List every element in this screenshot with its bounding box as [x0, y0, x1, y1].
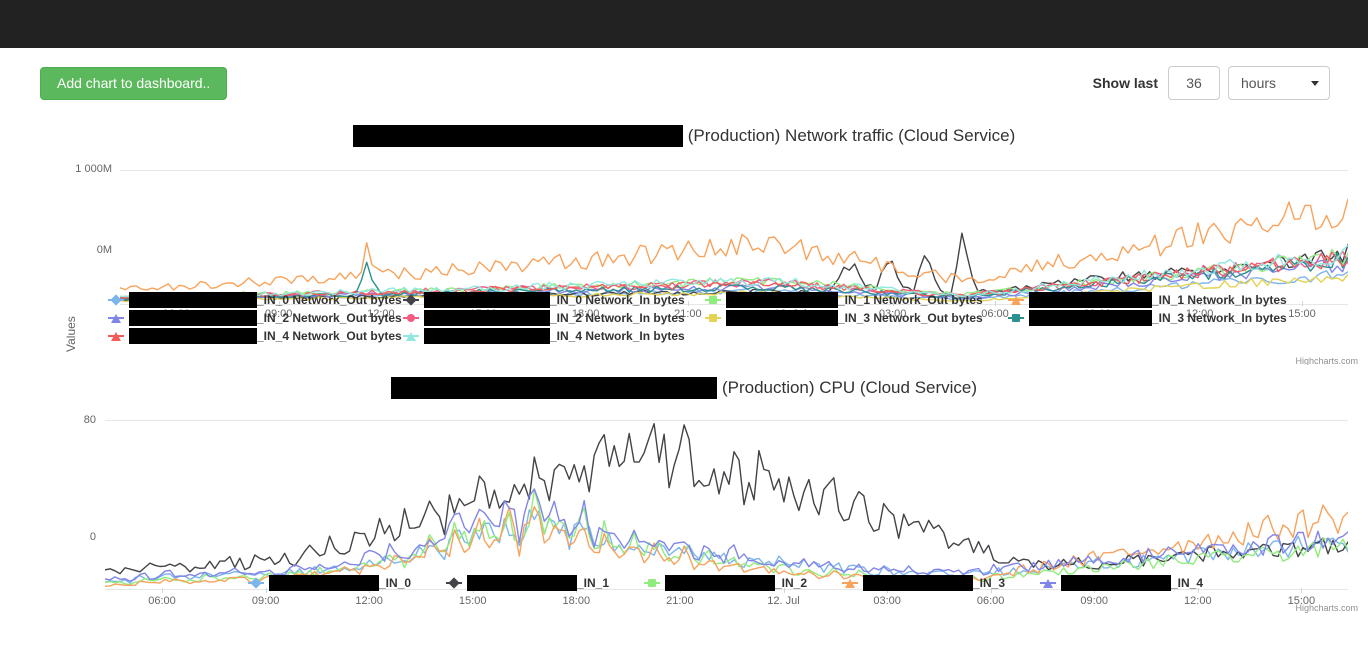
redacted-host-name [1029, 310, 1152, 326]
cpu-plot-area [105, 420, 1348, 590]
network-y-tick-top: 1 000M [44, 163, 112, 175]
legend-item[interactable]: _IN_0 Network_In bytes [403, 292, 685, 308]
network-chart-title: (Production) Network traffic (Cloud Serv… [0, 125, 1368, 152]
legend-item-label: _IN_0 Network_In bytes [550, 293, 685, 307]
legend-item[interactable]: _IN_3 Network_In bytes [1008, 310, 1287, 326]
show-last-label: Show last [1093, 75, 1158, 91]
legend-marker-circle-icon [403, 312, 419, 324]
legend-item-label: _IN_2 Network_Out bytes [257, 311, 402, 325]
legend-marker-tri-icon [108, 330, 124, 342]
top-navbar [0, 0, 1368, 48]
redacted-host-name [1061, 575, 1171, 591]
redacted-host-name [391, 377, 717, 399]
legend-marker-square-icon [644, 577, 660, 589]
legend-item-label: _IN_3 Network_In bytes [1152, 311, 1287, 325]
legend-marker-tri-icon [1008, 294, 1024, 306]
legend-item[interactable]: _IN_1 Network_Out bytes [705, 292, 983, 308]
add-chart-to-dashboard-button[interactable]: Add chart to dashboard.. [40, 67, 227, 100]
legend-item-label: _IN_2 Network_In bytes [550, 311, 685, 325]
network-y-tick-bottom: 0M [44, 244, 112, 256]
redacted-host-name [424, 292, 550, 308]
cpu-y-tick-bottom: 0 [34, 531, 96, 543]
show-last-unit-value: hours [1241, 67, 1276, 99]
legend-item[interactable]: _IN_3 [842, 575, 1005, 591]
legend-item[interactable]: _IN_0 Network_Out bytes [108, 292, 402, 308]
legend-marker-diamond-icon [446, 577, 462, 589]
legend-marker-diamond-icon [108, 294, 124, 306]
legend-item[interactable]: _IN_3 Network_Out bytes [705, 310, 983, 326]
legend-marker-tri-icon [1040, 577, 1056, 589]
chevron-down-icon [1311, 81, 1319, 86]
legend-item[interactable]: _IN_2 Network_In bytes [403, 310, 685, 326]
redacted-host-name [1029, 292, 1152, 308]
redacted-host-name [467, 575, 577, 591]
redacted-host-name [726, 292, 838, 308]
cpu-chart-panel: (Production) CPU (Cloud Service) Values … [0, 365, 1368, 620]
legend-marker-diamond-icon [248, 577, 264, 589]
redacted-host-name [129, 292, 257, 308]
network-legend: _IN_0 Network_Out bytes _IN_0 Network_In … [0, 292, 1368, 352]
redacted-host-name [129, 310, 257, 326]
legend-item[interactable]: _IN_1 [446, 575, 609, 591]
legend-item[interactable]: _IN_0 [248, 575, 411, 591]
network-chart-title-text: (Production) Network traffic (Cloud Serv… [683, 126, 1016, 146]
legend-item-label: _IN_1 [577, 576, 609, 590]
legend-item-label: _IN_1 Network_Out bytes [838, 293, 983, 307]
legend-item-label: _IN_0 Network_Out bytes [257, 293, 402, 307]
legend-item[interactable]: _IN_2 Network_Out bytes [108, 310, 402, 326]
cpu-y-tick-top: 80 [34, 414, 96, 426]
show-last-input[interactable] [1168, 66, 1220, 100]
cpu-credits[interactable]: Highcharts.com [1295, 603, 1358, 613]
legend-item-label: _IN_1 Network_In bytes [1152, 293, 1287, 307]
redacted-host-name [424, 310, 550, 326]
legend-item[interactable]: _IN_4 Network_Out bytes [108, 328, 402, 344]
network-plot-area [120, 170, 1348, 305]
legend-item[interactable]: _IN_2 [644, 575, 807, 591]
legend-marker-tri-icon [842, 577, 858, 589]
show-last-control: Show last hours [1093, 66, 1330, 100]
redacted-host-name [129, 328, 257, 344]
cpu-chart-title-text: (Production) CPU (Cloud Service) [717, 378, 977, 398]
legend-item-label: _IN_3 Network_Out bytes [838, 311, 983, 325]
legend-item-label: _IN_4 Network_In bytes [550, 329, 685, 343]
redacted-host-name [424, 328, 550, 344]
show-last-unit-select[interactable]: hours [1228, 66, 1330, 100]
legend-item[interactable]: _IN_4 [1040, 575, 1203, 591]
legend-marker-diamond-icon [403, 294, 419, 306]
network-traffic-chart-panel: (Production) Network traffic (Cloud Serv… [0, 110, 1368, 365]
legend-marker-tri-icon [403, 330, 419, 342]
legend-marker-tri-icon [108, 312, 124, 324]
redacted-host-name [665, 575, 775, 591]
legend-item[interactable]: _IN_1 Network_In bytes [1008, 292, 1287, 308]
toolbar: Add chart to dashboard.. Show last hours [0, 48, 1368, 110]
page-root: Add chart to dashboard.. Show last hours… [0, 0, 1368, 665]
legend-item-label: _IN_0 [379, 576, 411, 590]
redacted-host-name [726, 310, 838, 326]
legend-item-label: _IN_3 [973, 576, 1005, 590]
redacted-host-name [353, 125, 683, 147]
legend-marker-square-icon [1008, 312, 1024, 324]
cpu-chart-title: (Production) CPU (Cloud Service) [0, 377, 1368, 404]
legend-marker-square-icon [705, 294, 721, 306]
legend-item-label: _IN_4 [1171, 576, 1203, 590]
cpu-legend: _IN_0 _IN_1 _IN_2 _IN_3 _IN_4 [0, 575, 1368, 599]
redacted-host-name [269, 575, 379, 591]
legend-item-label: _IN_2 [775, 576, 807, 590]
legend-marker-square-icon [705, 312, 721, 324]
legend-item[interactable]: _IN_4 Network_In bytes [403, 328, 685, 344]
redacted-host-name [863, 575, 973, 591]
legend-item-label: _IN_4 Network_Out bytes [257, 329, 402, 343]
